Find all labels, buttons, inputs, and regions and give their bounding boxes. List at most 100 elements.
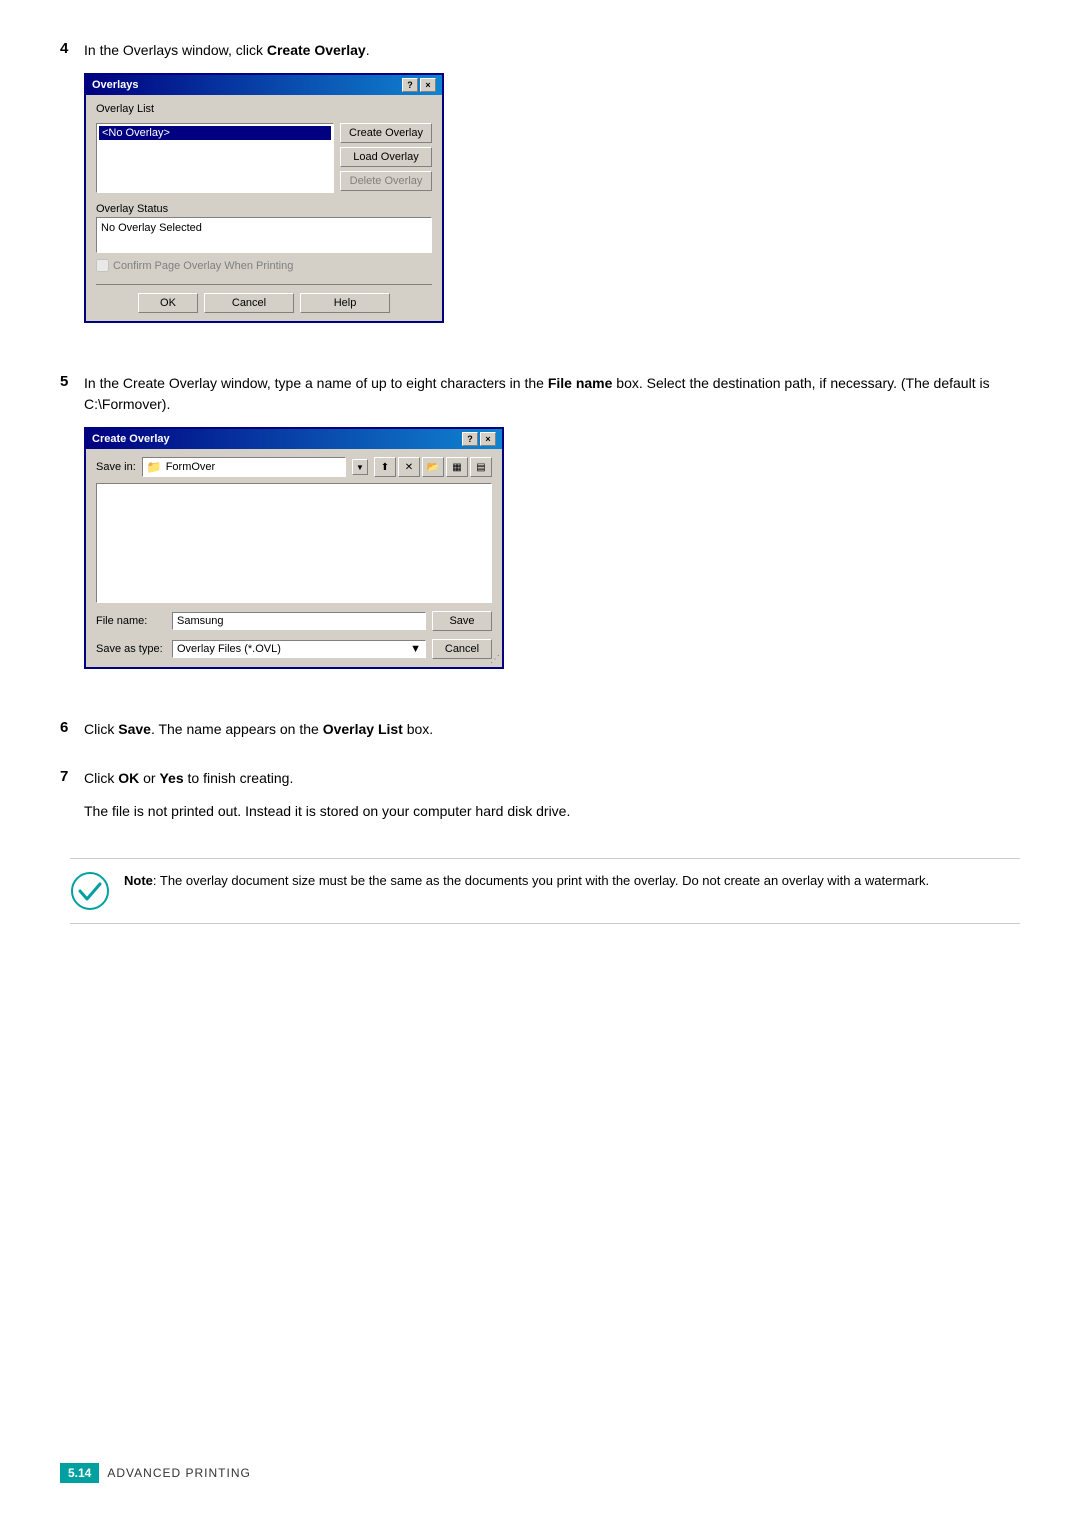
create-overlay-title-buttons: ? × [462,432,496,446]
delete-overlay-button: Delete Overlay [340,171,432,191]
toolbar-details-icon[interactable]: ▤ [470,457,492,477]
step-5-number: 5 [60,373,84,390]
step-5-text: In the Create Overlay window, type a nam… [84,373,1020,415]
step-4-text: In the Overlays window, click Create Ove… [84,40,1020,61]
overlay-checkbox-row: Confirm Page Overlay When Printing [96,259,432,272]
confirm-overlay-label: Confirm Page Overlay When Printing [113,260,293,272]
overlays-dialog-wrapper: Overlays ? × Overlay List <No Overlay> C… [84,73,1020,343]
save-button[interactable]: Save [432,611,492,631]
step-7-text: Click OK or Yes to finish creating. [84,768,1020,789]
overlays-help-button[interactable]: ? [402,78,418,92]
step-4-number: 4 [60,40,84,57]
confirm-overlay-checkbox[interactable] [96,259,109,272]
overlays-cancel-button[interactable]: Cancel [204,293,294,313]
step-6-middle: . The name appears on the [151,721,323,737]
create-overlay-dialog-wrapper: Create Overlay ? × Save in: 📁 FormOver [84,427,1020,689]
step-4-content: In the Overlays window, click Create Ove… [84,40,1020,343]
step-6-bold2: Overlay List [323,721,403,737]
step-6: 6 Click Save. The name appears on the Ov… [60,719,1020,752]
step-7-before: Click [84,770,118,786]
file-browser-area [96,483,492,603]
overlay-status-section: Overlay Status No Overlay Selected [96,203,432,253]
note-content: : The overlay document size must be the … [153,873,929,888]
create-overlay-help-button[interactable]: ? [462,432,478,446]
overlays-titlebar: Overlays ? × [86,75,442,95]
create-overlay-close-button[interactable]: × [480,432,496,446]
overlay-list-box[interactable]: <No Overlay> [96,123,334,193]
toolbar-new-folder-icon[interactable]: 📂 [422,457,444,477]
footer-badge: 5.14 [60,1463,99,1483]
toolbar-up-icon[interactable]: ⬆ [374,457,396,477]
overlay-status-box: No Overlay Selected [96,217,432,253]
save-in-value: FormOver [166,461,216,473]
load-overlay-button[interactable]: Load Overlay [340,147,432,167]
step-6-number: 6 [60,719,84,736]
overlays-title: Overlays [92,79,138,91]
create-overlay-body: Save in: 📁 FormOver ▼ ⬆ ✕ 📂 ▦ ▤ [86,449,502,667]
note-icon [70,871,110,911]
save-as-type-row: Save as type: Overlay Files (*.OVL) ▼ Ca… [96,639,492,659]
note-checkmark-svg [70,871,110,911]
save-in-dropdown-arrow[interactable]: ▼ [352,459,368,475]
save-as-type-arrow: ▼ [410,643,421,655]
overlay-list-item[interactable]: <No Overlay> [99,126,331,140]
footer: 5.14 Advanced Printing [60,1463,251,1483]
overlay-status-value: No Overlay Selected [101,222,202,234]
step-6-content: Click Save. The name appears on the Over… [84,719,1020,752]
cancel-button[interactable]: Cancel [432,639,492,659]
overlay-buttons-col: Create Overlay Load Overlay Delete Overl… [340,123,432,193]
step-4-text-bold: Create Overlay [267,42,366,58]
save-in-label: Save in: [96,461,136,473]
overlays-close-button[interactable]: × [420,78,436,92]
step-4: 4 In the Overlays window, click Create O… [60,40,1020,343]
step-7-number: 7 [60,768,84,785]
step-7-content: Click OK or Yes to finish creating. The … [84,768,1020,834]
toolbar-icons: ⬆ ✕ 📂 ▦ ▤ [374,457,492,477]
note-box: Note: The overlay document size must be … [70,858,1020,924]
note-text: Note: The overlay document size must be … [124,871,929,891]
step-5: 5 In the Create Overlay window, type a n… [60,373,1020,689]
step-6-after: box. [403,721,433,737]
create-overlay-button[interactable]: Create Overlay [340,123,432,143]
toolbar-delete-icon[interactable]: ✕ [398,457,420,477]
save-in-row: Save in: 📁 FormOver ▼ ⬆ ✕ 📂 ▦ ▤ [96,457,492,477]
save-in-dropdown[interactable]: 📁 FormOver [142,457,346,477]
step-5-text-bold: File name [548,375,613,391]
step-7: 7 Click OK or Yes to finish creating. Th… [60,768,1020,834]
overlays-body: Overlay List <No Overlay> Create Overlay… [86,95,442,321]
step-6-text: Click Save. The name appears on the Over… [84,719,1020,740]
step-7-bold2: Yes [159,770,183,786]
create-overlay-title: Create Overlay [92,433,170,445]
step-7-middle: or [139,770,159,786]
step-6-bold1: Save [118,721,151,737]
resize-handle: ⋰ [490,654,500,665]
step-7-bold1: OK [118,770,139,786]
footer-text: Advanced Printing [107,1466,250,1480]
file-name-label: File name: [96,615,166,627]
save-as-type-dropdown[interactable]: Overlay Files (*.OVL) ▼ [172,640,426,658]
step-7-after: to finish creating. [184,770,294,786]
overlay-list-area: <No Overlay> Create Overlay Load Overlay… [96,123,432,193]
save-as-type-label: Save as type: [96,643,166,655]
overlays-bottom-buttons: OK Cancel Help [96,284,432,313]
note-label: Note [124,873,153,888]
file-name-input[interactable]: Samsung [172,612,426,630]
create-overlay-dialog: Create Overlay ? × Save in: 📁 FormOver [84,427,504,669]
overlays-help-btn[interactable]: Help [300,293,390,313]
file-name-row: File name: Samsung Save [96,611,492,631]
overlay-list-label: Overlay List [96,103,432,115]
step-6-before: Click [84,721,118,737]
step-7-subtext: The file is not printed out. Instead it … [84,801,1020,822]
toolbar-list-icon[interactable]: ▦ [446,457,468,477]
step-4-text-after: . [366,42,370,58]
overlays-title-buttons: ? × [402,78,436,92]
overlays-ok-button[interactable]: OK [138,293,198,313]
create-overlay-titlebar: Create Overlay ? × [86,429,502,449]
overlay-status-label: Overlay Status [96,203,432,215]
save-as-type-value: Overlay Files (*.OVL) [177,643,281,655]
step-4-text-before: In the Overlays window, click [84,42,267,58]
overlays-dialog: Overlays ? × Overlay List <No Overlay> C… [84,73,444,323]
step-5-text-part1: In the Create Overlay window, type a nam… [84,375,548,391]
folder-icon: 📁 [147,460,162,474]
step-5-content: In the Create Overlay window, type a nam… [84,373,1020,689]
